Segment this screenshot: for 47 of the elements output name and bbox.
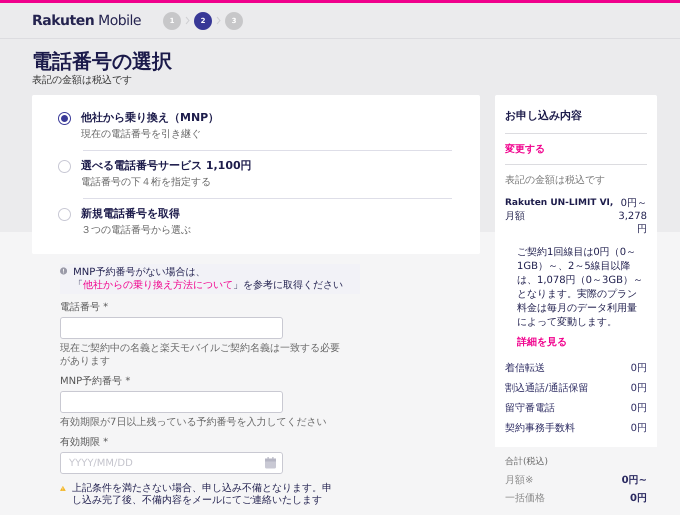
switching-guide-link[interactable]: 他社からの乗り換え方法について — [83, 280, 234, 291]
summary-title: お申し込み内容 — [505, 105, 647, 134]
field-hint: 有効期限が7日以上残っている予約番号を入力してください — [60, 416, 328, 429]
text-field[interactable] — [60, 391, 283, 413]
fee-name: 留守番電話 — [505, 402, 555, 416]
warning-icon — [60, 483, 66, 494]
option-description: 電話番号の下４桁を指定する — [81, 176, 212, 190]
total-price: 0円~ — [622, 474, 647, 488]
page-title: 電話番号の選択 — [32, 49, 173, 73]
option-label: 他社から乗り換え（MNP） — [81, 111, 220, 125]
fee-price: 0円 — [630, 422, 647, 436]
details-link[interactable]: 詳細を見る — [517, 335, 567, 349]
fee-price: 0円 — [630, 382, 647, 396]
plan-period: 月額 — [505, 210, 526, 223]
field-label: MNP予約番号 * — [60, 375, 132, 388]
plan-note: ご契約1回線目は0円（0～1GB）～、2～5線目以降は、1,078円（0～3GB）～となります。実際のプラン料金は毎月のデータ利用量によって変動します。 — [516, 246, 644, 330]
fee-name: 契約事務手数料 — [505, 422, 575, 436]
total-price: 0円 — [630, 492, 647, 506]
tax-note: 表記の金額は税込です — [32, 74, 133, 87]
text-field[interactable] — [60, 317, 283, 339]
change-link[interactable]: 変更する — [505, 134, 647, 165]
total-name: 一括価格 — [505, 492, 545, 506]
field-label: 有効期限 * — [60, 436, 110, 449]
option-description: 現在の電話番号を引き継ぐ — [81, 128, 202, 142]
warning-text: 上記条件を満たさない場合、申し込み不備となります。申し込み完了後、不備内容をメールにてご連絡いたします — [72, 483, 333, 507]
totals-title: 合計(税込) — [505, 456, 550, 468]
fee-price: 0円 — [630, 402, 647, 416]
field-label: 電話番号 * — [60, 301, 110, 314]
option-label: 新規電話番号を取得 — [81, 207, 181, 221]
field-hint: 現在ご契約中の名義と楽天モバイルご契約名義は一致する必要があります — [60, 342, 340, 368]
info-icon — [60, 266, 68, 276]
chevron-icon — [185, 16, 190, 25]
tax-note: 表記の金額は税込です — [505, 174, 606, 187]
info-text: MNP予約番号がない場合は、「他社からの乗り換え方法について」を参考に取得ください — [73, 266, 344, 292]
option-label: 選べる電話番号サービス 1,100円 — [81, 159, 252, 173]
plan-price: 0円～3,278円 — [617, 197, 647, 236]
option-description: ３つの電話番号から選ぶ — [81, 224, 191, 238]
fee-name: 着信転送 — [505, 362, 545, 376]
chevron-icon — [216, 16, 222, 25]
logo[interactable]: Rakuten Mobile — [32, 12, 142, 28]
fee-name: 割込通話/通話保留 — [505, 382, 588, 396]
fee-price: 0円 — [630, 362, 647, 376]
total-name: 月額※ — [505, 474, 534, 488]
date-field[interactable]: YYYY/MM/DD — [60, 452, 283, 474]
plan-name: Rakuten UN-LIMIT VI, — [505, 197, 614, 210]
calendar-icon — [265, 457, 276, 469]
radio-button[interactable] — [58, 112, 71, 125]
